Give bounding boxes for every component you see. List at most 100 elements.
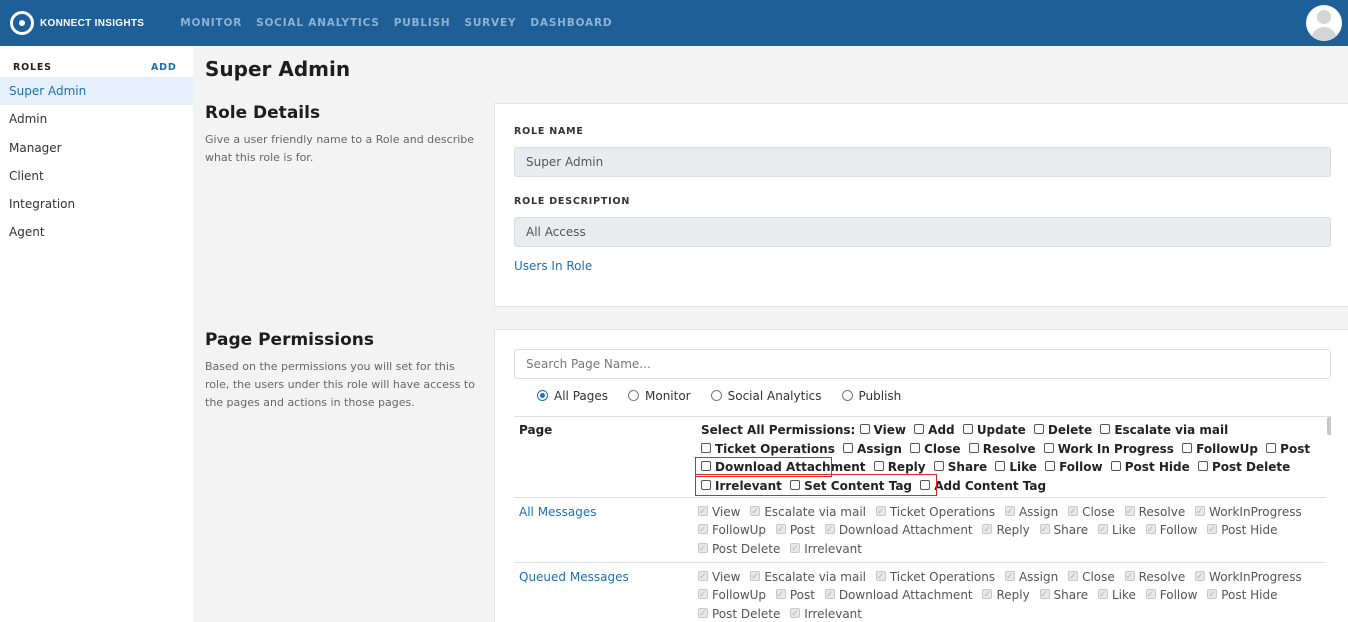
permission-label: View [873,423,906,437]
checkbox-icon[interactable] [1045,461,1056,471]
sidebar-item-manager[interactable]: Manager [0,134,193,162]
role-description-field[interactable]: All Access [514,217,1331,247]
select-all-add-content-tag[interactable]: Add Content Tag [920,479,1046,493]
select-all-escalate-via-mail[interactable]: Escalate via mail [1100,423,1228,437]
search-page-input[interactable]: Search Page Name... [514,349,1331,379]
permission-workinprogress: WorkInProgress [1195,568,1302,586]
checkbox-icon[interactable] [1266,442,1277,453]
permission-label: Close [1082,505,1115,519]
select-all-delete[interactable]: Delete [1033,423,1092,437]
sidebar-item-agent[interactable]: Agent [0,218,193,246]
select-all-close[interactable]: Close [910,442,961,456]
nav-publish[interactable]: PUBLISH [394,17,451,29]
select-all-ticket-operations[interactable]: Ticket Operations [701,442,835,456]
checkbox-icon[interactable] [962,424,973,434]
filter-social-analytics[interactable]: Social Analytics [710,389,822,403]
select-all-post-hide[interactable]: Post Hide [1110,460,1190,474]
checkbox-icon[interactable] [1100,424,1111,434]
checkbox-icon[interactable] [1043,442,1054,453]
permission-resolve: Resolve [1124,568,1185,586]
radio-icon [710,390,722,401]
role-name-field[interactable]: Super Admin [514,147,1331,177]
checkbox-icon[interactable] [873,461,884,471]
radio-icon [628,390,639,401]
permission-label: Post Delete [712,606,781,621]
checkbox-icon[interactable] [859,424,870,434]
checkbox-icon [982,521,993,540]
filter-all-pages[interactable]: All Pages [537,389,608,403]
select-all-share[interactable]: Share [933,460,987,474]
checkbox-icon[interactable] [701,442,711,453]
nav-survey[interactable]: SURVEY [464,17,516,29]
permission-label: Download Attachment [838,523,973,538]
select-all-resolve[interactable]: Resolve [968,441,1036,456]
checkbox-icon [698,605,708,622]
checkbox-icon[interactable] [968,442,979,453]
sidebar-item-client[interactable]: Client [0,162,193,190]
top-navbar: KONNECT INSIGHTS MONITOR SOCIAL ANALYTIC… [0,0,1348,46]
checkbox-icon[interactable] [1110,461,1121,471]
page-permissions-description: Based on the permissions you will set fo… [205,360,475,409]
sidebar-item-super-admin[interactable]: Super Admin [0,77,193,105]
checkbox-icon[interactable] [914,424,925,434]
checkbox-icon [875,503,886,521]
permission-label: Resolve [982,441,1036,456]
select-all-update[interactable]: Update [962,423,1026,437]
select-all-view[interactable]: View [859,423,906,437]
page-name-link[interactable]: Queued Messages [519,570,629,584]
nav-social-analytics[interactable]: SOCIAL ANALYTICS [256,17,380,29]
sidebar-item-admin[interactable]: Admin [0,105,193,133]
sidebar-item-integration[interactable]: Integration [0,190,193,218]
checkbox-icon[interactable] [933,461,944,471]
checkbox-icon[interactable] [995,461,1006,471]
permission-assign: Assign [1004,503,1058,521]
nav-dashboard[interactable]: DASHBOARD [530,17,612,29]
avatar-body [1311,27,1337,41]
permission-close: Close [1068,503,1115,521]
select-all-reply[interactable]: Reply [873,460,926,474]
checkbox-icon [698,568,708,586]
user-avatar[interactable] [1306,5,1342,41]
checkbox-icon [982,586,993,605]
select-all-work-in-progress[interactable]: Work In Progress [1043,442,1174,456]
select-all-follow[interactable]: Follow [1045,460,1103,474]
select-all-assign[interactable]: Assign [843,442,902,456]
permission-label: Escalate via mail [764,505,867,519]
users-in-role-link[interactable]: Users In Role [514,259,592,273]
permission-label: Post Delete [712,541,781,556]
checkbox-icon [1004,503,1015,521]
checkbox-icon [775,521,786,540]
table-scrollbar[interactable] [1327,417,1331,435]
checkbox-icon [775,586,786,605]
checkbox-icon[interactable] [1182,442,1193,453]
filter-publish[interactable]: Publish [841,389,901,403]
permission-label: Like [1111,523,1136,538]
checkbox-icon [824,586,835,605]
permission-label: Irrelevant [804,541,862,556]
checkbox-icon[interactable] [843,442,854,453]
permission-reply: Reply [982,521,1030,540]
permission-label: Escalate via mail [764,570,867,584]
select-all-post[interactable]: Post [1266,442,1310,456]
brand-logo[interactable]: KONNECT INSIGHTS [10,11,144,35]
checkbox-icon[interactable] [1033,424,1044,434]
page-name-link[interactable]: All Messages [519,505,597,519]
select-all-like[interactable]: Like [995,460,1037,474]
role-details-card: ROLE NAME Super Admin ROLE DESCRIPTION A… [494,103,1348,307]
select-all-post-delete[interactable]: Post Delete [1197,460,1290,474]
permission-label: Like [1111,588,1136,603]
checkbox-icon [1207,586,1218,605]
select-all-add[interactable]: Add [914,423,955,437]
checkbox-icon[interactable] [910,442,921,453]
select-all-followup[interactable]: FollowUp [1182,442,1258,456]
permission-label: Reply [996,523,1030,538]
filter-monitor[interactable]: Monitor [628,389,691,403]
logo-icon [10,11,34,35]
checkbox-icon [1124,568,1135,586]
checkbox-icon [790,605,801,622]
permission-post: Post [775,521,815,540]
nav-monitor[interactable]: MONITOR [180,17,242,29]
checkbox-icon[interactable] [1197,461,1208,471]
permission-label: Share [1053,523,1089,538]
add-role-button[interactable]: ADD [151,62,177,73]
